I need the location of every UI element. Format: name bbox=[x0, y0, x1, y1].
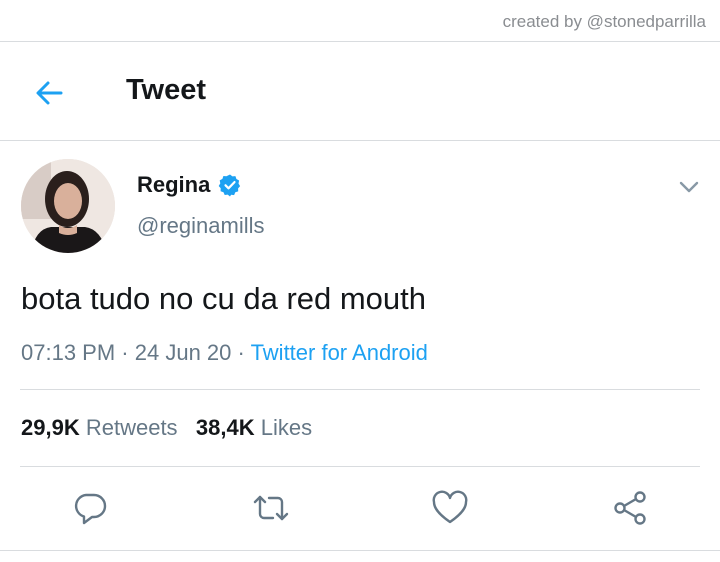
more-options-button[interactable] bbox=[676, 174, 702, 200]
chevron-down-icon bbox=[679, 181, 699, 193]
share-icon bbox=[614, 491, 646, 525]
tweet-time: 07:13 PM bbox=[21, 340, 116, 365]
tweet-source-link[interactable]: Twitter for Android bbox=[251, 340, 428, 365]
divider bbox=[0, 550, 720, 551]
arrow-left-icon bbox=[36, 81, 63, 105]
reply-button[interactable] bbox=[68, 486, 112, 530]
retweets-count: 29,9K bbox=[21, 415, 80, 440]
likes-label: Likes bbox=[260, 415, 313, 440]
tweet-meta: 07:13 PM · 24 Jun 20 · Twitter for Andro… bbox=[21, 340, 428, 366]
credit-text: created by @stonedparrilla bbox=[502, 12, 706, 31]
retweet-icon bbox=[253, 495, 289, 521]
retweets-stat[interactable]: 29,9K Retweets bbox=[21, 415, 178, 440]
page-title: Tweet bbox=[126, 74, 207, 106]
divider bbox=[0, 140, 720, 141]
likes-count: 38,4K bbox=[195, 415, 255, 440]
meta-separator: · bbox=[237, 340, 245, 365]
tweet-date: 24 Jun 20 bbox=[134, 340, 232, 365]
retweet-button[interactable] bbox=[249, 486, 293, 530]
divider bbox=[20, 389, 700, 390]
author-handle[interactable]: @reginamills bbox=[137, 213, 264, 239]
heart-icon bbox=[432, 490, 468, 524]
verified-badge-icon bbox=[219, 174, 241, 197]
divider bbox=[20, 466, 700, 467]
meta-separator: · bbox=[121, 340, 129, 365]
tweet-text: bota tudo no cu da red mouth bbox=[21, 281, 427, 316]
like-button[interactable] bbox=[428, 486, 472, 530]
avatar-image bbox=[21, 159, 115, 253]
author-name[interactable]: Regina bbox=[137, 172, 210, 198]
avatar[interactable] bbox=[21, 159, 115, 253]
tweet-stats: 29,9K Retweets 38,4K Likes bbox=[21, 415, 312, 441]
likes-stat[interactable]: 38,4K Likes bbox=[196, 415, 312, 440]
back-button[interactable] bbox=[30, 74, 68, 112]
share-button[interactable] bbox=[608, 486, 652, 530]
retweets-label: Retweets bbox=[85, 415, 178, 440]
reply-icon bbox=[74, 493, 107, 525]
divider bbox=[0, 41, 720, 42]
